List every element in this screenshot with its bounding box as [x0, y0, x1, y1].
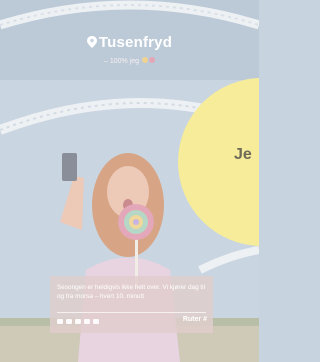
- brand-logo: Tusenfryd: [0, 34, 259, 51]
- ad-poster[interactable]: Tusenfryd – 100% jeg Je Sesongen er held…: [0, 0, 259, 362]
- tagline: – 100% jeg: [0, 57, 259, 65]
- ruter-link[interactable]: Ruter #: [183, 316, 207, 323]
- emoji-icon: [148, 57, 155, 63]
- hash-icon: #: [203, 316, 207, 323]
- brand-name: Tusenfryd: [98, 34, 173, 51]
- location-pin-icon: [86, 36, 97, 48]
- mail-icon[interactable]: [75, 318, 81, 324]
- tagline-text: – 100% jeg: [104, 58, 140, 65]
- card-message: Sesongen er heldigvis ikke helt over. Vi…: [57, 284, 206, 300]
- speech-bubble-text: Je: [234, 146, 252, 163]
- twitter-icon[interactable]: [66, 318, 72, 324]
- facebook-icon[interactable]: [57, 318, 63, 324]
- cta-label: Ruter: [182, 316, 202, 323]
- info-card[interactable]: Sesongen er heldigvis ikke helt over. Vi…: [50, 276, 213, 333]
- emoji-icon: [141, 57, 148, 63]
- share-icon[interactable]: [84, 318, 90, 324]
- social-icons: [57, 317, 99, 325]
- card-divider: [57, 312, 206, 313]
- more-icon[interactable]: [93, 318, 99, 324]
